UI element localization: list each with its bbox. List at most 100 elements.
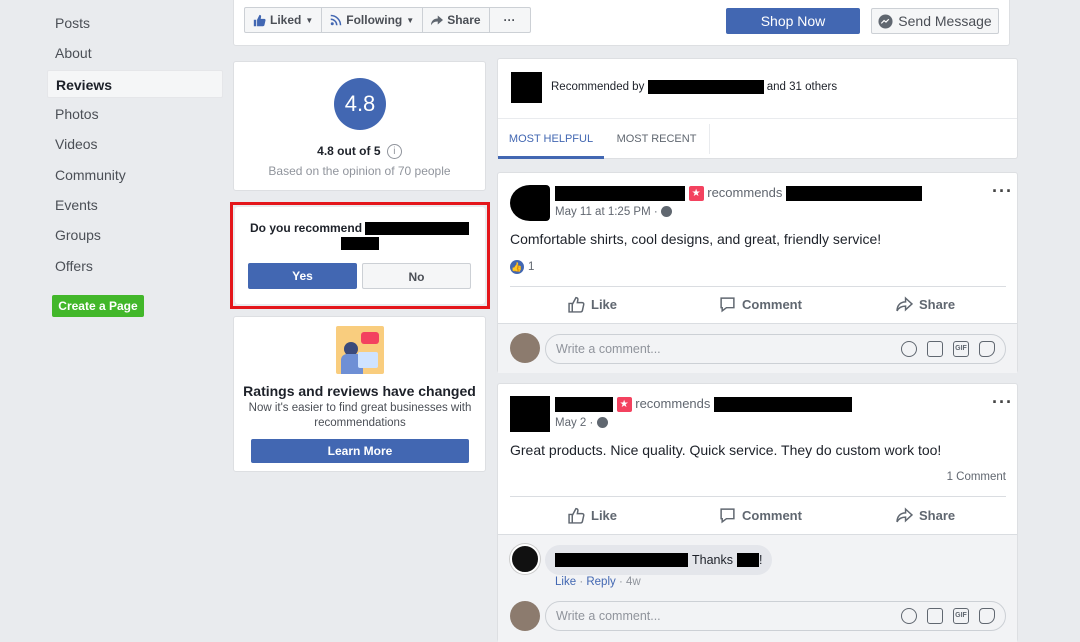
gif-icon[interactable]: GIF [953,341,969,357]
learn-more-button[interactable]: Learn More [251,439,469,463]
page-action-buttons: Liked ▼ Following ▼ Share ··· [244,7,531,33]
rating-summary-line: 4.8 out of 5 i [234,144,485,160]
sticker-icon[interactable] [979,341,995,357]
comment-count[interactable]: 1 Comment [947,471,1006,483]
following-button[interactable]: Following ▼ [322,8,424,32]
user-avatar[interactable] [510,333,540,363]
tab-most-recent[interactable]: MOST RECENT [604,124,710,154]
share-label: Share [919,508,956,523]
nav-item-groups[interactable]: Groups [47,221,223,249]
nav-item-posts[interactable]: Posts [47,9,223,37]
share-arrow-icon [896,507,913,523]
reaction-summary[interactable]: 👍 1 [510,260,534,274]
sticker-icon[interactable] [979,608,995,624]
comment-input[interactable]: Write a comment... GIF [545,334,1006,364]
recommended-by-line: Recommended by and 31 others [551,80,837,94]
actions-divider [510,286,1006,287]
like-button[interactable]: Like [568,296,617,313]
messenger-icon [878,13,893,29]
emoji-icon[interactable] [901,608,917,624]
ratings-changed-card: Ratings and reviews have changed Now it'… [233,316,486,472]
redacted-name [737,553,759,567]
review-timestamp[interactable]: May 11 at 1:25 PM · [555,206,661,218]
tab-most-helpful[interactable]: MOST HELPFUL [498,119,604,159]
send-message-label: Send Message [898,13,992,29]
actions-divider [510,496,1006,497]
redacted-reviewer-avatar[interactable] [510,185,550,221]
nav-item-about[interactable]: About [47,39,223,67]
caret-down-icon: ▼ [305,15,314,25]
review-card: ★ recommends May 11 at 1:25 PM · ··· Com… [497,172,1018,373]
comment-bubble-icon [720,297,735,313]
comment-button[interactable]: Comment [719,507,802,524]
comment-placeholder: Write a comment... [556,342,661,356]
reply-reply-link[interactable]: Reply [586,576,615,588]
nav-item-offers[interactable]: Offers [47,252,223,280]
share-button[interactable]: Share [896,296,955,313]
comment-input[interactable]: Write a comment... GIF [545,601,1006,631]
emoji-icon[interactable] [901,341,917,357]
reviews-illustration [336,326,384,374]
redacted-friend-names[interactable] [647,80,764,94]
user-avatar[interactable] [510,601,540,631]
recommended-by-card: Recommended by and 31 others MOST HELPFU… [497,58,1018,159]
camera-icon[interactable] [927,608,943,624]
create-page-button[interactable]: Create a Page [52,295,144,317]
nav-item-reviews[interactable]: Reviews [47,70,223,98]
recommend-no-button[interactable]: No [362,263,471,289]
redacted-reviewer-name[interactable] [555,186,685,202]
page-avatar[interactable] [510,544,540,574]
gif-icon[interactable]: GIF [953,608,969,624]
redacted-page-name[interactable] [714,397,853,413]
redacted-commenter-name[interactable] [555,553,688,567]
redacted-reviewer-name[interactable] [555,397,613,413]
reply-comment-bubble: Thanks ! [545,545,773,575]
camera-icon[interactable] [927,341,943,357]
recommended-by-suffix[interactable]: and 31 others [767,81,837,93]
review-header: ★ recommends [555,396,853,413]
comment-button[interactable]: Comment [719,296,802,313]
redacted-avatar [511,72,542,103]
nav-item-events[interactable]: Events [47,191,223,219]
nav-item-community[interactable]: Community [47,161,223,189]
recommend-question: Do you recommend [250,221,470,236]
review-verb: recommends [707,185,783,200]
thumbs-up-outline-icon [568,507,585,524]
review-card: ★ recommends May 2 · ··· Great products.… [497,383,1018,642]
review-options-icon[interactable]: ··· [992,392,1013,413]
share-arrow-icon [431,15,444,26]
like-button[interactable]: Like [568,507,617,524]
page-action-bar: Liked ▼ Following ▼ Share ··· Shop Now S… [233,0,1010,46]
thumbs-up-icon [253,14,266,26]
recommend-question-text: Do you recommend [250,221,363,235]
like-reaction-icon: 👍 [510,260,524,274]
review-text: Comfortable shirts, cool designs, and gr… [510,231,882,247]
promo-title: Ratings and reviews have changed [243,383,476,399]
more-dots-icon: ··· [503,13,516,27]
share-label: Share [447,13,481,27]
recommend-yes-button[interactable]: Yes [248,263,357,289]
redacted-reviewer-avatar[interactable] [510,396,550,432]
nav-item-photos[interactable]: Photos [47,100,223,128]
share-label: Share [919,297,956,312]
globe-icon [596,417,608,429]
like-label: Like [591,508,618,523]
redacted-page-name[interactable] [786,186,923,202]
reply-age[interactable]: 4w [626,576,641,588]
rating-summary-card: 4.8 4.8 out of 5 i Based on the opinion … [233,61,486,191]
more-options-button[interactable]: ··· [490,8,530,32]
shop-now-button[interactable]: Shop Now [726,8,860,34]
review-timestamp[interactable]: May 2 · [555,417,597,429]
share-page-button[interactable]: Share [423,8,490,32]
comment-label: Comment [742,297,802,312]
send-message-button[interactable]: Send Message [871,8,999,34]
reply-like-link[interactable]: Like [555,576,576,588]
comment-tools: GIF [901,608,995,624]
info-icon[interactable]: i [386,144,402,160]
thumbs-up-outline-icon [568,296,585,313]
review-timestamp-line: May 11 at 1:25 PM · [555,206,672,218]
review-options-icon[interactable]: ··· [992,181,1013,202]
nav-item-videos[interactable]: Videos [47,130,223,158]
liked-button[interactable]: Liked ▼ [245,8,323,32]
share-button[interactable]: Share [896,507,955,524]
